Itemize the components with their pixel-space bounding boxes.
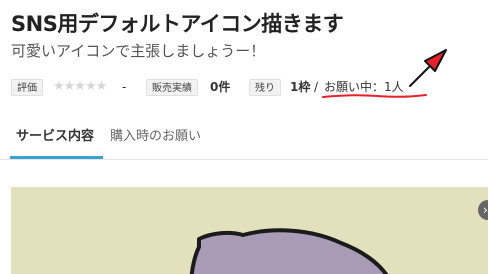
rating-stars-icon: ★★★★★ — [53, 79, 107, 94]
tab-bar: サービス内容 購入時のお願い — [0, 118, 488, 160]
tab-purchase-request[interactable]: 購入時のお願い — [110, 128, 201, 146]
character-illustration — [189, 228, 389, 274]
remaining-value: 1枠 — [290, 80, 311, 94]
active-tab-indicator — [10, 156, 103, 159]
chevron-right-icon: › — [483, 203, 488, 217]
red-arrow-icon — [409, 49, 447, 87]
meta-separator: / — [314, 80, 319, 94]
service-title: SNS用デフォルトアイコン描きます — [11, 12, 344, 36]
sales-value: 0件 — [210, 80, 231, 94]
sales-label: 販売実績 — [146, 79, 198, 96]
service-preview-image — [11, 187, 488, 274]
tab-service-content[interactable]: サービス内容 — [16, 128, 94, 146]
red-underline-annotation — [322, 94, 427, 98]
rating-value: - — [122, 80, 127, 94]
rating-label: 評価 — [11, 79, 43, 96]
remaining-label: 残り — [249, 79, 281, 96]
service-subtitle: 可愛いアイコンで主張しましょうー！ — [11, 42, 266, 60]
